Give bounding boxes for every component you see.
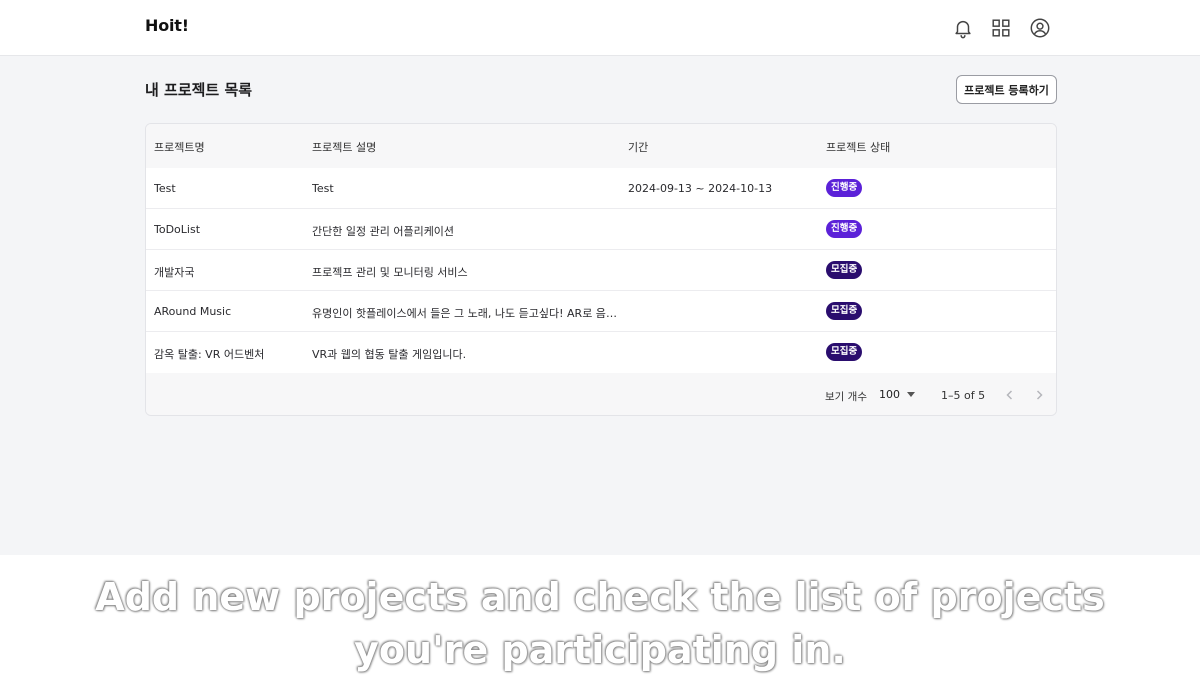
status-badge: 진행중 xyxy=(826,220,863,238)
app-window: Hoit! 내 프로젝트 목록 프로젝트 등록하기 프로젝트명 프로젝트 설명 … xyxy=(0,0,1200,555)
column-header-status[interactable]: 프로젝트 상태 xyxy=(826,139,890,155)
cell-project-name: 감옥 탈출: VR 어드벤처 xyxy=(154,348,265,361)
status-badge: 진행중 xyxy=(826,179,863,197)
project-table: 프로젝트명 프로젝트 설명 기간 프로젝트 상태 Test Test 2024-… xyxy=(145,123,1057,416)
page-title: 내 프로젝트 목록 xyxy=(145,81,253,99)
cell-project-period: 2024-09-13 ~ 2024-10-13 xyxy=(628,182,773,195)
next-page-button[interactable] xyxy=(1029,385,1049,405)
caption-line-2: you're participating in. xyxy=(354,628,846,672)
cell-project-description: Test xyxy=(312,182,334,195)
bell-icon[interactable] xyxy=(951,16,975,40)
table-row[interactable]: Test Test 2024-09-13 ~ 2024-10-13 진행중 xyxy=(146,168,1056,209)
cell-project-description: 프로젝프 관리 및 모니터링 서비스 xyxy=(312,266,468,279)
status-badge: 모집중 xyxy=(826,343,863,361)
caption-text: Add new projects and check the list of p… xyxy=(0,571,1200,677)
table-row[interactable]: 개발자국 프로젝프 관리 및 모니터링 서비스 모집중 xyxy=(146,250,1056,291)
rows-per-page-value: 100 xyxy=(879,388,900,401)
user-icon[interactable] xyxy=(1028,16,1052,40)
column-header-period[interactable]: 기간 xyxy=(628,139,648,155)
cell-project-description: 간단한 일정 관리 어플리케이션 xyxy=(312,225,455,238)
column-header-description[interactable]: 프로젝트 설명 xyxy=(312,139,376,155)
cell-project-name: 개발자국 xyxy=(154,266,195,279)
status-badge: 모집중 xyxy=(826,302,863,320)
cell-project-description: 유명인이 핫플레이스에서 들은 그 노래, 나도 듣고싶다! AR로 음악을..… xyxy=(312,307,617,320)
chevron-left-icon xyxy=(1006,390,1013,400)
table-body: Test Test 2024-09-13 ~ 2024-10-13 진행중 To… xyxy=(146,168,1056,373)
cell-project-name: ToDoList xyxy=(154,223,201,236)
grid-icon[interactable] xyxy=(989,16,1013,40)
previous-page-button[interactable] xyxy=(1000,385,1020,405)
cell-project-description: VR과 웹의 협동 탈출 게임입니다. xyxy=(312,348,467,361)
top-header: Hoit! xyxy=(0,0,1200,56)
caption-banner: Add new projects and check the list of p… xyxy=(0,555,1200,678)
rows-per-page-select[interactable]: 100 xyxy=(879,388,915,401)
register-project-button[interactable]: 프로젝트 등록하기 xyxy=(956,75,1057,104)
cell-project-name: Test xyxy=(154,182,176,195)
caret-down-icon xyxy=(907,392,915,397)
caption-line-1: Add new projects and check the list of p… xyxy=(95,575,1105,619)
table-pagination: 보기 개수 100 1–5 of 5 xyxy=(146,374,1056,415)
chevron-right-icon xyxy=(1036,390,1043,400)
cell-project-name: ARound Music xyxy=(154,305,232,318)
rows-per-page-label: 보기 개수 xyxy=(825,391,867,403)
table-row[interactable]: ARound Music 유명인이 핫플레이스에서 들은 그 노래, 나도 듣고… xyxy=(146,291,1056,332)
column-header-name[interactable]: 프로젝트명 xyxy=(154,139,205,155)
status-badge: 모집중 xyxy=(826,261,863,279)
app-logo[interactable]: Hoit! xyxy=(145,16,189,35)
table-row[interactable]: 감옥 탈출: VR 어드벤처 VR과 웹의 협동 탈출 게임입니다. 모집중 xyxy=(146,332,1056,373)
table-header: 프로젝트명 프로젝트 설명 기간 프로젝트 상태 xyxy=(146,124,1056,168)
pagination-range: 1–5 of 5 xyxy=(941,389,986,402)
table-row[interactable]: ToDoList 간단한 일정 관리 어플리케이션 진행중 xyxy=(146,209,1056,250)
